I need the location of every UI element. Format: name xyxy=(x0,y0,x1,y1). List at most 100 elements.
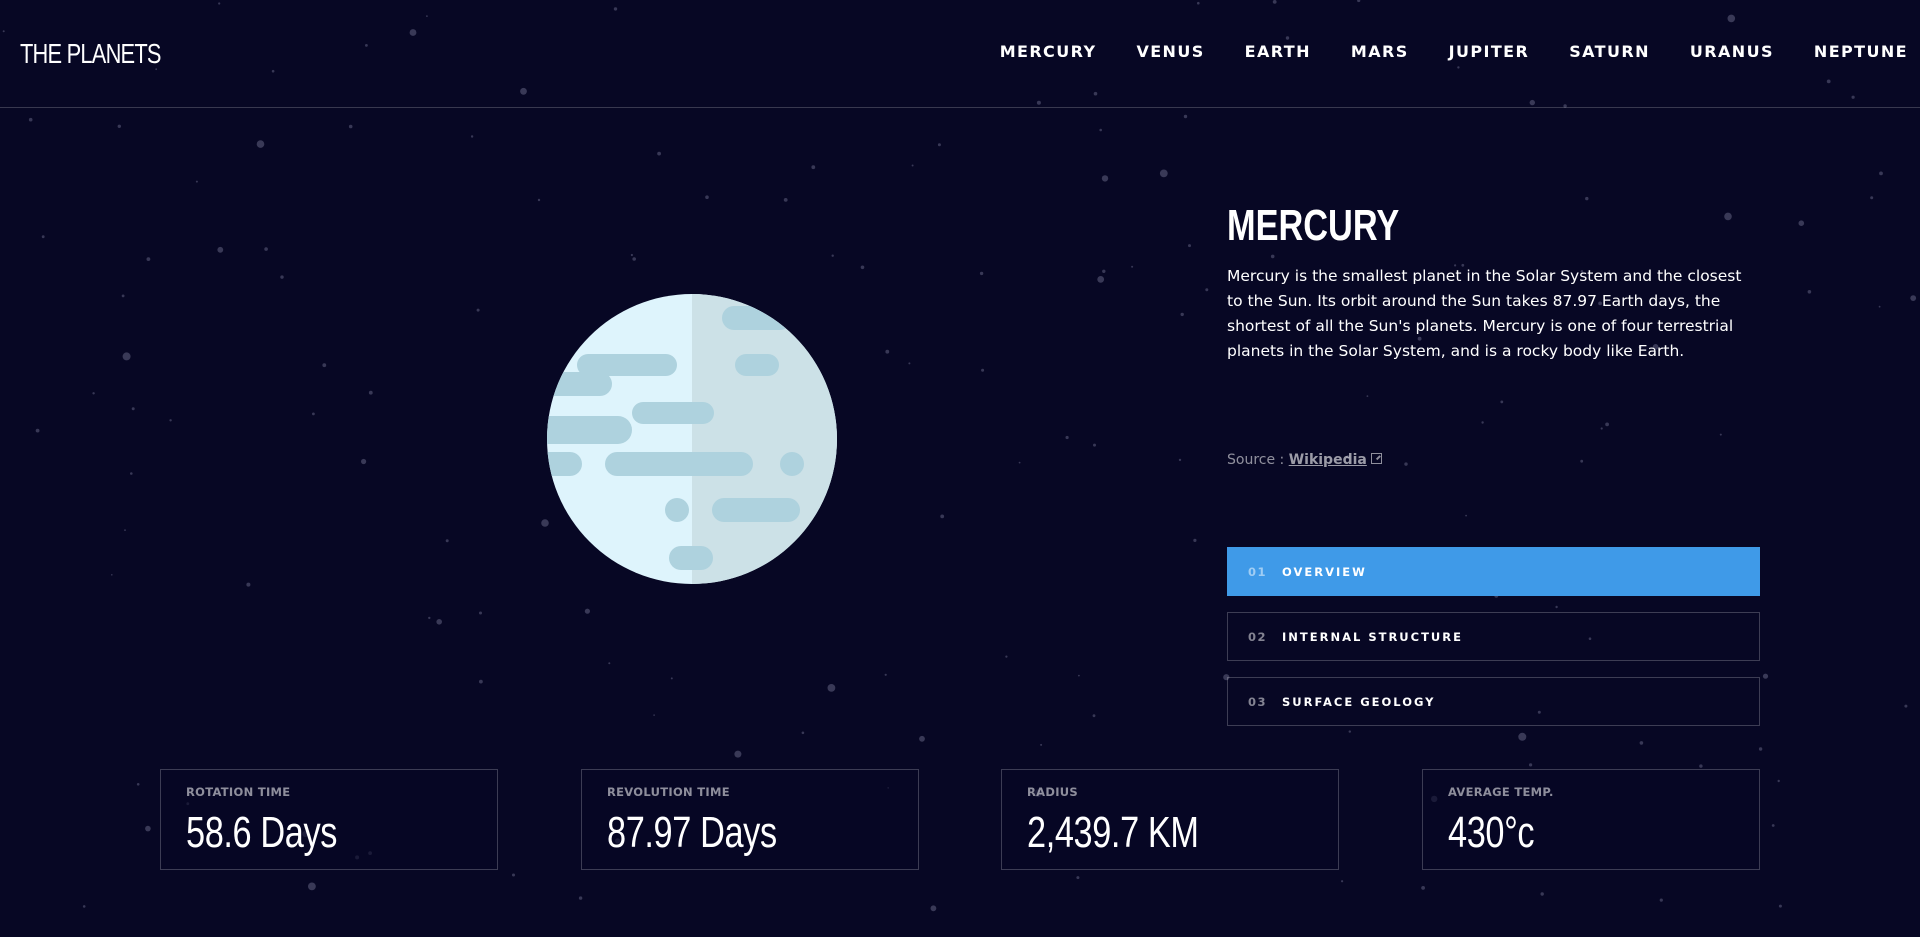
site-header: THE PLANETS MERCURY VENUS EARTH MARS JUP… xyxy=(0,0,1920,108)
tab-surface-geology[interactable]: 03 SURFACE GEOLOGY xyxy=(1227,677,1760,726)
stat-revolution-time: REVOLUTION TIME 87.97 Days xyxy=(581,769,919,870)
star xyxy=(1159,169,1168,178)
star xyxy=(479,611,482,615)
star xyxy=(1040,743,1043,746)
star xyxy=(1540,892,1544,896)
nav-item-mercury[interactable]: MERCURY xyxy=(1000,42,1097,64)
star xyxy=(885,349,890,354)
star xyxy=(1518,732,1527,741)
stat-value: 2,439.7 KM xyxy=(1027,808,1199,857)
stat-average-temp: AVERAGE TEMP. 430°c xyxy=(1422,769,1760,870)
star xyxy=(1555,605,1558,609)
star xyxy=(512,873,515,877)
source-link-wikipedia[interactable]: Wikipedia xyxy=(1289,452,1367,468)
star xyxy=(860,265,865,270)
star xyxy=(1762,673,1769,679)
star xyxy=(428,616,431,620)
tab-internal-structure[interactable]: 02 INTERNAL STRUCTURE xyxy=(1227,612,1760,661)
star xyxy=(1131,265,1134,268)
star xyxy=(537,198,541,202)
tab-label: INTERNAL STRUCTURE xyxy=(1282,629,1463,644)
planet-description: Mercury is the smallest planet in the So… xyxy=(1227,267,1742,360)
nav-item-neptune[interactable]: NEPTUNE xyxy=(1814,42,1908,64)
tab-number: 02 xyxy=(1248,629,1268,644)
star xyxy=(145,825,151,832)
nav-item-saturn[interactable]: SATURN xyxy=(1569,42,1650,64)
star xyxy=(1465,514,1467,517)
star xyxy=(1910,295,1917,301)
star xyxy=(195,180,198,183)
nav-item-uranus[interactable]: URANUS xyxy=(1690,42,1774,64)
star xyxy=(940,514,945,519)
star xyxy=(169,419,172,422)
star xyxy=(608,662,611,665)
star xyxy=(312,412,315,416)
planet-title: MERCURY xyxy=(1227,201,1400,250)
star xyxy=(1600,427,1603,430)
star xyxy=(783,198,788,202)
star xyxy=(436,619,443,625)
star xyxy=(1878,305,1881,308)
star xyxy=(1366,395,1369,397)
stat-value: 58.6 Days xyxy=(186,808,338,857)
star xyxy=(811,165,816,170)
star xyxy=(981,368,985,372)
star xyxy=(122,352,131,361)
stat-label: AVERAGE TEMP. xyxy=(1448,785,1554,799)
star xyxy=(1018,461,1021,464)
star xyxy=(35,428,40,433)
nav-item-mars[interactable]: MARS xyxy=(1351,42,1409,64)
star xyxy=(911,164,914,167)
star xyxy=(1659,898,1663,902)
star xyxy=(1481,421,1484,424)
star xyxy=(653,714,655,716)
star xyxy=(908,362,911,365)
star xyxy=(124,529,126,531)
star xyxy=(217,246,224,253)
star xyxy=(1529,763,1533,767)
star xyxy=(801,731,805,735)
star xyxy=(146,257,151,261)
star xyxy=(28,117,33,122)
star xyxy=(1097,276,1105,283)
star xyxy=(632,257,636,261)
star xyxy=(1580,459,1584,463)
star xyxy=(919,735,925,742)
star xyxy=(82,905,86,908)
star xyxy=(1758,747,1763,751)
nav-item-jupiter[interactable]: JUPITER xyxy=(1449,42,1530,64)
star xyxy=(1778,904,1782,908)
tab-overview[interactable]: 01 OVERVIEW xyxy=(1227,547,1760,596)
stat-label: RADIUS xyxy=(1027,785,1079,799)
star xyxy=(322,363,327,368)
star xyxy=(117,124,122,128)
star xyxy=(1904,704,1908,708)
nav-item-earth[interactable]: EARTH xyxy=(1245,42,1311,64)
star xyxy=(348,124,353,129)
star xyxy=(130,472,133,475)
nav-item-venus[interactable]: VENUS xyxy=(1136,42,1204,64)
star xyxy=(1180,312,1184,317)
source-attribution: Source : Wikipedia xyxy=(1227,452,1382,468)
star xyxy=(368,390,373,395)
star xyxy=(246,582,251,587)
tab-label: OVERVIEW xyxy=(1282,564,1367,579)
star xyxy=(884,673,887,676)
stat-value: 430°c xyxy=(1448,808,1535,857)
star xyxy=(308,882,316,891)
star xyxy=(1879,171,1883,176)
site-logo[interactable]: THE PLANETS xyxy=(20,38,161,70)
star xyxy=(1178,458,1182,462)
tab-number: 03 xyxy=(1248,694,1268,709)
external-link-icon[interactable] xyxy=(1370,453,1382,464)
star xyxy=(1205,288,1209,292)
star xyxy=(1092,714,1096,718)
star xyxy=(445,539,449,543)
star xyxy=(1699,764,1703,768)
star xyxy=(734,750,742,758)
star xyxy=(1341,880,1344,883)
star xyxy=(280,275,284,279)
star xyxy=(584,608,591,614)
star xyxy=(476,308,480,312)
star xyxy=(361,458,367,465)
